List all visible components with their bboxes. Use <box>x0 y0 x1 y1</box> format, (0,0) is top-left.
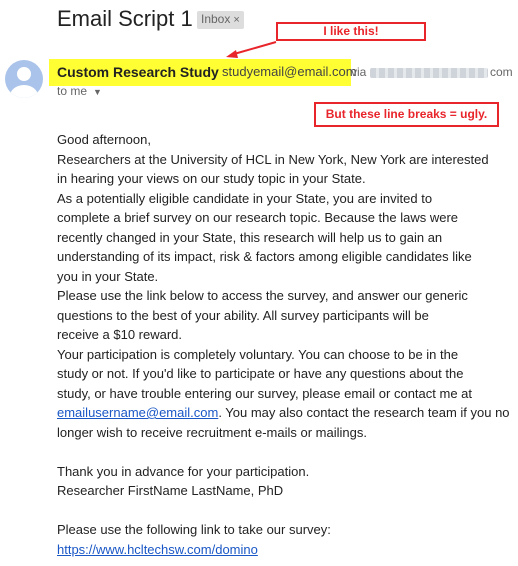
thanks-line: Thank you in advance for your participat… <box>57 463 310 479</box>
body-line: study, or have trouble entering our surv… <box>57 385 473 401</box>
recipient-line[interactable]: to me ▼ <box>57 84 102 98</box>
body-line: Please use the link below to access the … <box>57 288 468 303</box>
recipient-text: to me <box>57 84 88 98</box>
survey-prompt: Please use the following link to take ou… <box>57 522 331 537</box>
body-line: in hearing your views on our study topic… <box>57 171 366 186</box>
body-line: longer wish to receive recruitment e-mai… <box>57 424 367 440</box>
contact-email-link[interactable]: emailusername@email.com <box>57 405 218 420</box>
redacted-domain <box>370 68 488 78</box>
survey-link-line: https://www.hcltechsw.com/domino <box>57 540 515 560</box>
annotation-line-breaks: But these line breaks = ugly. <box>314 102 499 127</box>
body-line: Researchers at the University of HCL in … <box>57 151 489 167</box>
body-line: Good afternoon, <box>57 132 151 147</box>
signature-line: Researcher FirstName LastName, PhD <box>57 483 284 498</box>
body-line: Your participation is completely volunta… <box>57 346 459 362</box>
body-line-contact: emailusername@email.com. You may also co… <box>57 403 515 423</box>
body-line: receive a $10 reward. <box>57 327 183 342</box>
body-line: As a potentially eligible candidate in y… <box>57 190 433 206</box>
body-line: complete a brief survey on our research … <box>57 210 459 225</box>
email-body: Good afternoon, Researchers at the Unive… <box>57 130 515 559</box>
dropdown-caret-icon[interactable]: ▼ <box>93 87 102 97</box>
body-line: you in your State. <box>57 268 159 284</box>
body-line: questions to the best of your ability. A… <box>57 307 429 323</box>
contact-after-text: . You may also contact the research team… <box>218 405 510 420</box>
avatar[interactable] <box>5 60 43 98</box>
body-line: recently changed in your State, this res… <box>57 229 443 245</box>
via-suffix: com <box>490 65 513 79</box>
via-text: via <box>351 65 367 79</box>
person-icon <box>10 67 38 98</box>
survey-link[interactable]: https://www.hcltechsw.com/domino <box>57 542 258 557</box>
body-line: understanding of its impact, risk & fact… <box>57 249 472 264</box>
body-line: study or not. If you'd like to participa… <box>57 366 464 381</box>
sender-email: studyemail@email.com <box>222 64 357 79</box>
sender-name[interactable]: Custom Research Study <box>57 64 219 80</box>
